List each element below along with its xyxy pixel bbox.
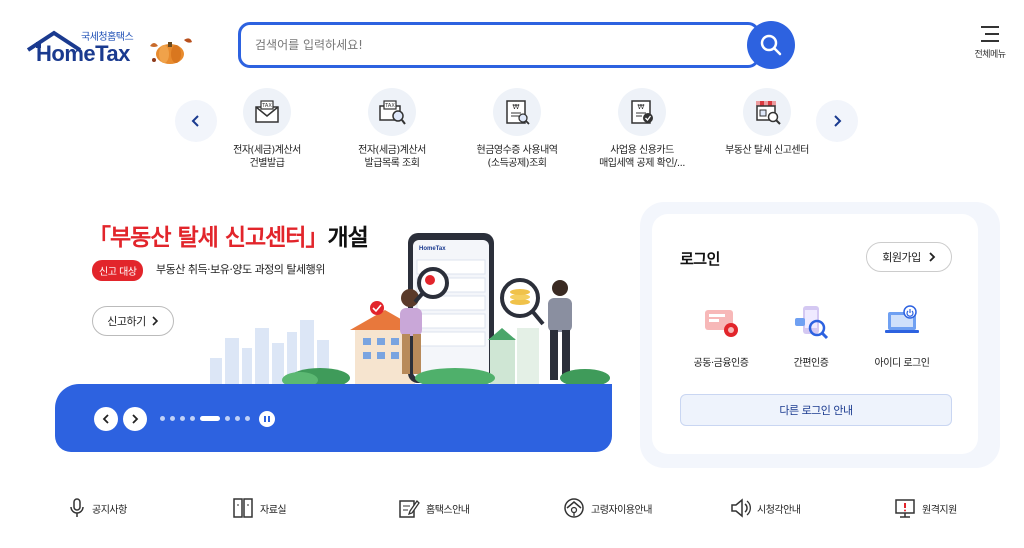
quick-menu-label-line1: 현금영수증 사용내역 (476, 145, 558, 156)
menu-label: 전체메뉴 (974, 50, 1006, 60)
search-button[interactable] (747, 21, 795, 69)
other-login-label: 다른 로그인 안내 (779, 404, 853, 417)
login-title: 로그인 (680, 250, 720, 268)
quick-menu-label-line2: (소득공제)조회 (487, 158, 547, 169)
document-edit-icon (399, 499, 420, 518)
quick-menu-item-cash-receipt[interactable]: ₩ 현금영수증 사용내역 (소득공제)조회 (462, 88, 572, 170)
full-menu-button[interactable]: 전체메뉴 (968, 26, 1012, 66)
chevron-right-icon (152, 316, 158, 326)
quick-menu-label-line2: 건별발급 (249, 158, 285, 169)
other-login-guide-button[interactable]: 다른 로그인 안내 (680, 394, 952, 426)
slide-dot[interactable] (170, 416, 175, 421)
join-button[interactable]: 회원가입 (866, 242, 952, 272)
banner-pause-button[interactable] (259, 411, 275, 427)
report-button[interactable]: 신고하기 (92, 306, 174, 336)
quick-menu-item-tax-invoice-issue[interactable]: TAX 전자(세금)계산서건별발급 (212, 88, 322, 170)
report-target-badge: 신고 대상 (92, 260, 144, 281)
quick-menu-label-line2: 매입세액 공제 확인/... (599, 158, 685, 169)
footer-label: 자료실 (260, 504, 287, 516)
search-icon (760, 34, 782, 56)
store-search-icon (743, 88, 791, 136)
id-login-option[interactable]: 아이디 로그인 (857, 302, 947, 369)
svg-text:₩: ₩ (513, 103, 520, 111)
search-box (238, 22, 760, 68)
chevron-left-icon (102, 414, 109, 424)
quick-menu-label-line1: 전자(세금)계산서 (358, 145, 426, 156)
quick-menu-label-line1: 부동산 탈세 신고센터 (725, 145, 809, 156)
quick-menu-item-tax-invoice-list[interactable]: TAX 전자(세금)계산서발급목록 조회 (337, 88, 447, 170)
slide-dot[interactable] (225, 416, 230, 421)
chevron-right-icon (132, 414, 139, 424)
chevron-right-icon (834, 115, 842, 127)
certificate-login-label: 공동·금융인증 (693, 358, 749, 369)
id-login-icon (857, 302, 947, 342)
footer-item-senior-guide[interactable]: 고령자이용안내 (563, 497, 652, 519)
quick-menu-item-business-card[interactable]: ₩ 사업용 신용카드매입세액 공제 확인/... (587, 88, 697, 170)
footer-item-notices[interactable]: 공지사항 (68, 497, 127, 519)
svg-text:₩: ₩ (638, 103, 645, 111)
pumpkin-decoration-icon (150, 38, 192, 64)
slide-dot[interactable] (245, 416, 250, 421)
slide-dot[interactable] (160, 416, 165, 421)
id-login-label: 아이디 로그인 (874, 358, 930, 369)
card-document-icon: ₩ (618, 88, 666, 136)
svg-text:TAX: TAX (384, 103, 395, 109)
banner-next-button[interactable] (123, 407, 147, 431)
quick-menu-prev-button[interactable] (175, 100, 217, 142)
footer-label: 고령자이용안내 (591, 504, 652, 516)
footer-label: 공지사항 (92, 504, 127, 516)
hamburger-icon (981, 26, 999, 42)
slide-dot[interactable] (190, 416, 195, 421)
slide-dot-active[interactable] (200, 416, 220, 421)
footer-item-archive[interactable]: 자료실 (232, 497, 287, 519)
quick-menu-label-line1: 사업용 신용카드 (610, 145, 674, 156)
search-input[interactable] (255, 25, 715, 65)
pause-icon (264, 416, 266, 422)
banner-prev-button[interactable] (94, 407, 118, 431)
svg-text:HomeTax: HomeTax (419, 246, 446, 252)
receipt-icon: ₩ (493, 88, 541, 136)
slide-dot[interactable] (180, 416, 185, 421)
quick-menu-label-line1: 전자(세금)계산서 (233, 145, 301, 156)
binder-icon (233, 498, 253, 518)
quick-menu-label-line2: 발급목록 조회 (364, 158, 420, 169)
slide-indicator (160, 416, 250, 421)
hometax-logo[interactable]: 국세청홈택스 HomeTax (26, 26, 196, 66)
report-button-label: 신고하기 (107, 315, 146, 328)
join-button-label: 회원가입 (882, 251, 921, 264)
svg-text:TAX: TAX (261, 103, 272, 109)
footer-item-hometax-guide[interactable]: 홈택스안내 (398, 497, 470, 519)
banner-illustration: HomeTax (210, 233, 610, 388)
quick-menu-item-real-estate-report[interactable]: 부동산 탈세 신고센터 (712, 88, 822, 157)
senior-icon (564, 498, 584, 518)
simple-auth-icon (766, 302, 856, 342)
footer-label: 원격지원 (922, 504, 957, 516)
footer-label: 홈택스안내 (426, 504, 470, 516)
tax-envelope-icon: TAX (243, 88, 291, 136)
footer-item-remote-support[interactable]: 원격지원 (894, 497, 957, 519)
footer-label: 시청각안내 (757, 504, 801, 516)
footer-item-audiovisual-guide[interactable]: 시청각안내 (729, 497, 801, 519)
slide-dot[interactable] (235, 416, 240, 421)
certificate-login-option[interactable]: 공동·금융인증 (676, 302, 766, 369)
monitor-alert-icon (895, 499, 915, 518)
certificate-icon (676, 302, 766, 342)
simple-auth-login-option[interactable]: 간편인증 (766, 302, 856, 369)
microphone-icon (70, 498, 84, 517)
quick-menu-next-button[interactable] (816, 100, 858, 142)
tax-search-icon: TAX (368, 88, 416, 136)
chevron-left-icon (191, 115, 199, 127)
speaker-icon (731, 498, 751, 518)
logo-title: HomeTax (36, 41, 130, 66)
simple-auth-login-label: 간편인증 (793, 358, 829, 369)
chevron-right-icon (929, 252, 936, 262)
